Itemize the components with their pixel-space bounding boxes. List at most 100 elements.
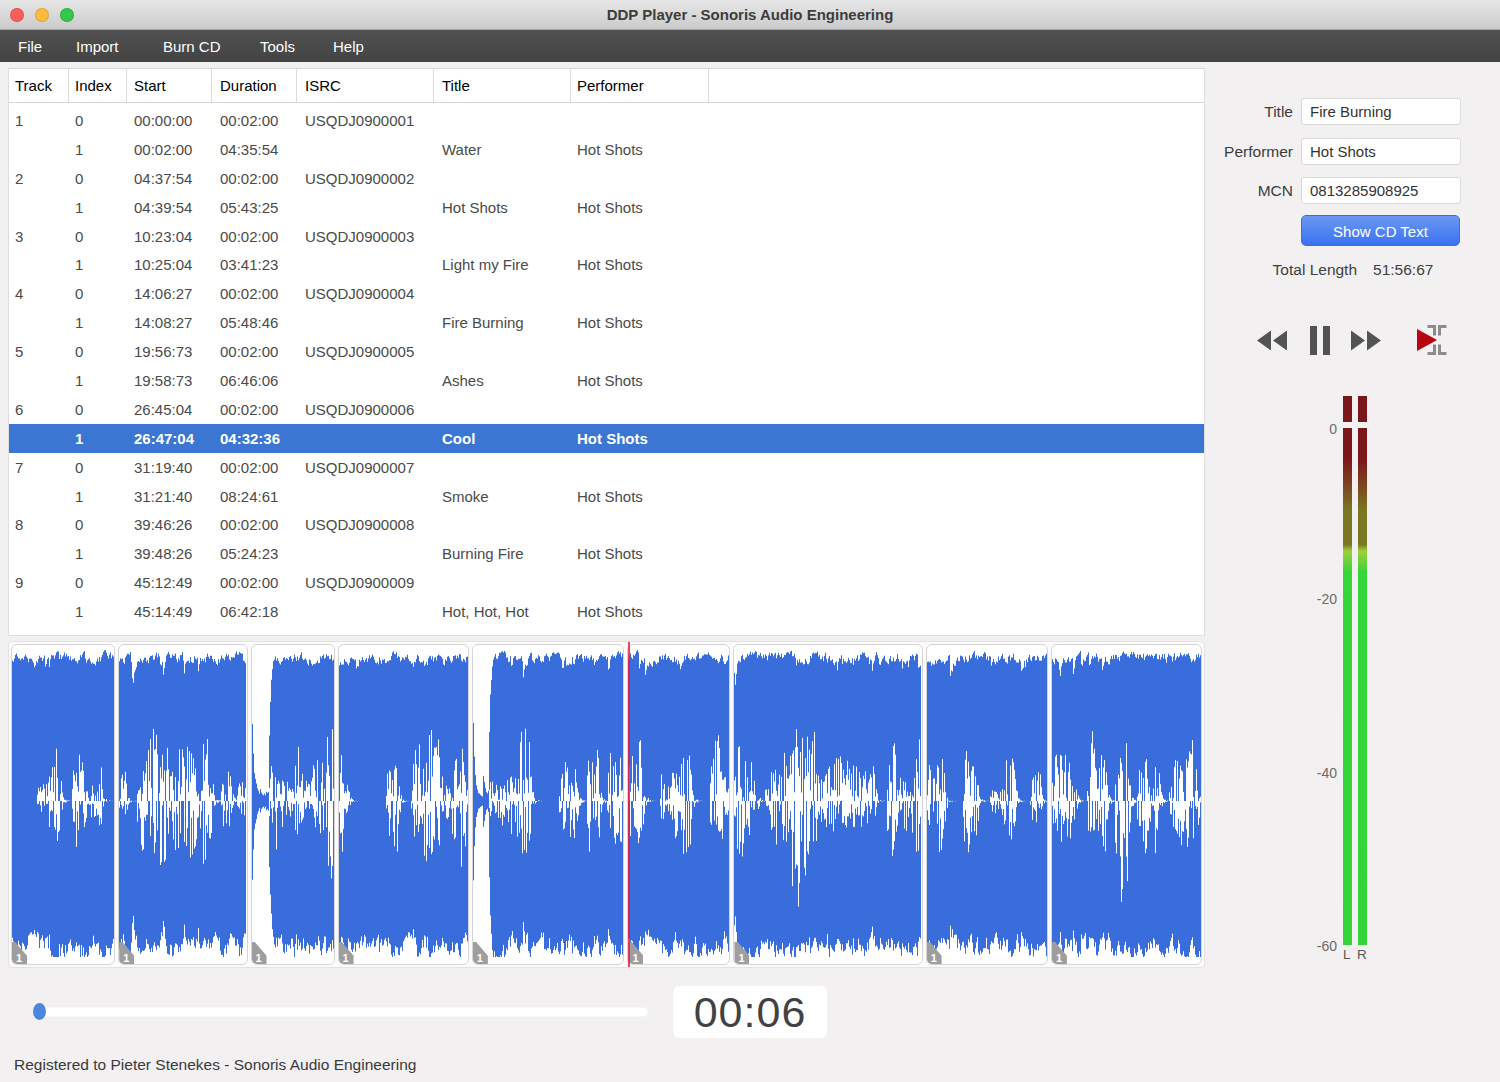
meter-clip-right (1358, 396, 1367, 422)
cell-start: 31:21:40 (127, 488, 212, 505)
waveform-track-7[interactable]: 1 (733, 644, 922, 965)
table-header: TrackIndexStartDurationISRCTitlePerforme… (9, 69, 1204, 103)
table-row[interactable]: 2004:37:5400:02:00USQDJ0900002 (9, 164, 1204, 193)
cell-duration: 04:35:54 (212, 141, 297, 158)
column-header-title[interactable]: Title (434, 69, 571, 102)
waveform-display[interactable]: 111111111 (8, 641, 1205, 968)
cell-index: 0 (69, 170, 127, 187)
playhead[interactable] (628, 642, 630, 967)
table-row[interactable]: 131:21:4008:24:61SmokeHot Shots (9, 482, 1204, 511)
fast-forward-icon[interactable] (1351, 330, 1381, 351)
window-title: DDP Player - Sonoris Audio Engineering (0, 0, 1500, 30)
waveform-track-2[interactable]: 1 (118, 644, 247, 965)
total-length-row: Total Length51:56:67 (1206, 261, 1500, 279)
table-row[interactable]: 145:14:4906:42:18Hot, Hot, HotHot Shots (9, 597, 1204, 626)
performer-input[interactable]: Hot Shots (1301, 138, 1461, 165)
table-row[interactable]: 119:58:7306:46:06AshesHot Shots (9, 366, 1204, 395)
cell-index: 0 (69, 228, 127, 245)
table-row[interactable]: 3010:23:0400:02:00USQDJ0900003 (9, 222, 1204, 251)
transport-controls (1257, 323, 1457, 357)
menu-file[interactable]: File (18, 38, 44, 55)
title-input[interactable]: Fire Burning (1301, 98, 1461, 125)
cell-index: 0 (69, 343, 127, 360)
waveform-track-1[interactable]: 1 (11, 644, 115, 965)
table-row[interactable]: 1000:00:0000:02:00USQDJ0900001 (9, 106, 1204, 135)
waveform-track-9[interactable]: 1 (1051, 644, 1202, 965)
cell-index: 0 (69, 574, 127, 591)
cell-start: 39:48:26 (127, 545, 212, 562)
cell-index: 1 (69, 603, 127, 620)
cell-duration: 08:24:61 (212, 488, 297, 505)
cell-index: 1 (69, 488, 127, 505)
menu-tools[interactable]: Tools (260, 38, 300, 55)
column-header-start[interactable]: Start (127, 69, 212, 102)
cell-track: 5 (9, 343, 69, 360)
pause-icon[interactable] (1310, 326, 1330, 355)
column-header-track[interactable]: Track (9, 69, 69, 102)
cell-title: Cool (434, 430, 571, 447)
cell-duration: 05:24:23 (212, 545, 297, 562)
cell-duration: 04:32:36 (212, 430, 297, 447)
track-table: TrackIndexStartDurationISRCTitlePerforme… (8, 68, 1205, 636)
slider-handle[interactable] (33, 1003, 46, 1020)
cell-start: 10:25:04 (127, 256, 212, 273)
table-row[interactable]: 6026:45:0400:02:00USQDJ0900006 (9, 395, 1204, 424)
table-row[interactable]: 5019:56:7300:02:00USQDJ0900005 (9, 337, 1204, 366)
rewind-icon[interactable] (1257, 330, 1287, 351)
cell-isrc: USQDJ0900005 (297, 343, 434, 360)
cell-duration: 00:02:00 (212, 516, 297, 533)
mcn-input[interactable]: 0813285908925 (1301, 177, 1461, 204)
seek-slider[interactable] (33, 1007, 648, 1017)
cell-index: 0 (69, 401, 127, 418)
column-header-performer[interactable]: Performer (571, 69, 709, 102)
column-header-duration[interactable]: Duration (212, 69, 297, 102)
cell-track: 9 (9, 574, 69, 591)
cell-duration: 00:02:00 (212, 574, 297, 591)
waveform-track-3[interactable]: 1 (251, 644, 335, 965)
level-meter-left (1343, 428, 1352, 945)
table-row[interactable]: 8039:46:2600:02:00USQDJ0900008 (9, 510, 1204, 539)
cell-title: Water (434, 141, 571, 158)
cell-start: 04:39:54 (127, 199, 212, 216)
table-row[interactable]: 104:39:5405:43:25Hot ShotsHot Shots (9, 193, 1204, 222)
table-row[interactable]: 7031:19:4000:02:00USQDJ0900007 (9, 453, 1204, 482)
table-row[interactable]: 4014:06:2700:02:00USQDJ0900004 (9, 279, 1204, 308)
meter-scale--40: -40 (1303, 765, 1337, 781)
cell-duration: 00:02:00 (212, 228, 297, 245)
play-section-icon[interactable] (1414, 323, 1448, 357)
table-row[interactable]: 100:02:0004:35:54WaterHot Shots (9, 135, 1204, 164)
table-row[interactable]: 9045:12:4900:02:00USQDJ0900009 (9, 568, 1204, 597)
cell-duration: 06:42:18 (212, 603, 297, 620)
waveform-track-8[interactable]: 1 (926, 644, 1048, 965)
cell-duration: 00:02:00 (212, 112, 297, 129)
cell-index: 0 (69, 459, 127, 476)
performer-label: Performer (1224, 138, 1293, 165)
cell-start: 14:06:27 (127, 285, 212, 302)
cell-performer: Hot Shots (571, 199, 709, 216)
registration-text: Registered to Pieter Stenekes - Sonoris … (14, 1056, 416, 1074)
cell-title: Smoke (434, 488, 571, 505)
column-header-index[interactable]: Index (69, 69, 127, 102)
cell-index: 0 (69, 112, 127, 129)
table-row[interactable]: 114:08:2705:48:46Fire BurningHot Shots (9, 308, 1204, 337)
cell-index: 1 (69, 256, 127, 273)
menu-burn-cd[interactable]: Burn CD (163, 38, 228, 55)
column-header-isrc[interactable]: ISRC (297, 69, 434, 102)
waveform-track-5[interactable]: 1 (472, 644, 625, 965)
waveform-track-6[interactable]: 1 (627, 644, 730, 965)
meter-channel-L: L (1343, 947, 1351, 962)
cell-index: 1 (69, 199, 127, 216)
menu-help[interactable]: Help (333, 38, 370, 55)
menu-import[interactable]: Import (76, 38, 132, 55)
cell-duration: 00:02:00 (212, 343, 297, 360)
cell-performer: Hot Shots (571, 430, 709, 447)
table-row[interactable]: 110:25:0403:41:23Light my FireHot Shots (9, 250, 1204, 279)
cell-index: 0 (69, 285, 127, 302)
show-cd-text-button[interactable]: Show CD Text (1301, 215, 1460, 246)
menubar: File Import Burn CD Tools Help (0, 30, 1500, 62)
table-body: 1000:00:0000:02:00USQDJ0900001100:02:000… (9, 103, 1204, 626)
table-row[interactable]: 139:48:2605:24:23Burning FireHot Shots (9, 539, 1204, 568)
waveform-track-4[interactable]: 1 (338, 644, 469, 965)
table-row-selected[interactable]: 126:47:0404:32:36CoolHot Shots (9, 424, 1204, 453)
cell-start: 45:12:49 (127, 574, 212, 591)
